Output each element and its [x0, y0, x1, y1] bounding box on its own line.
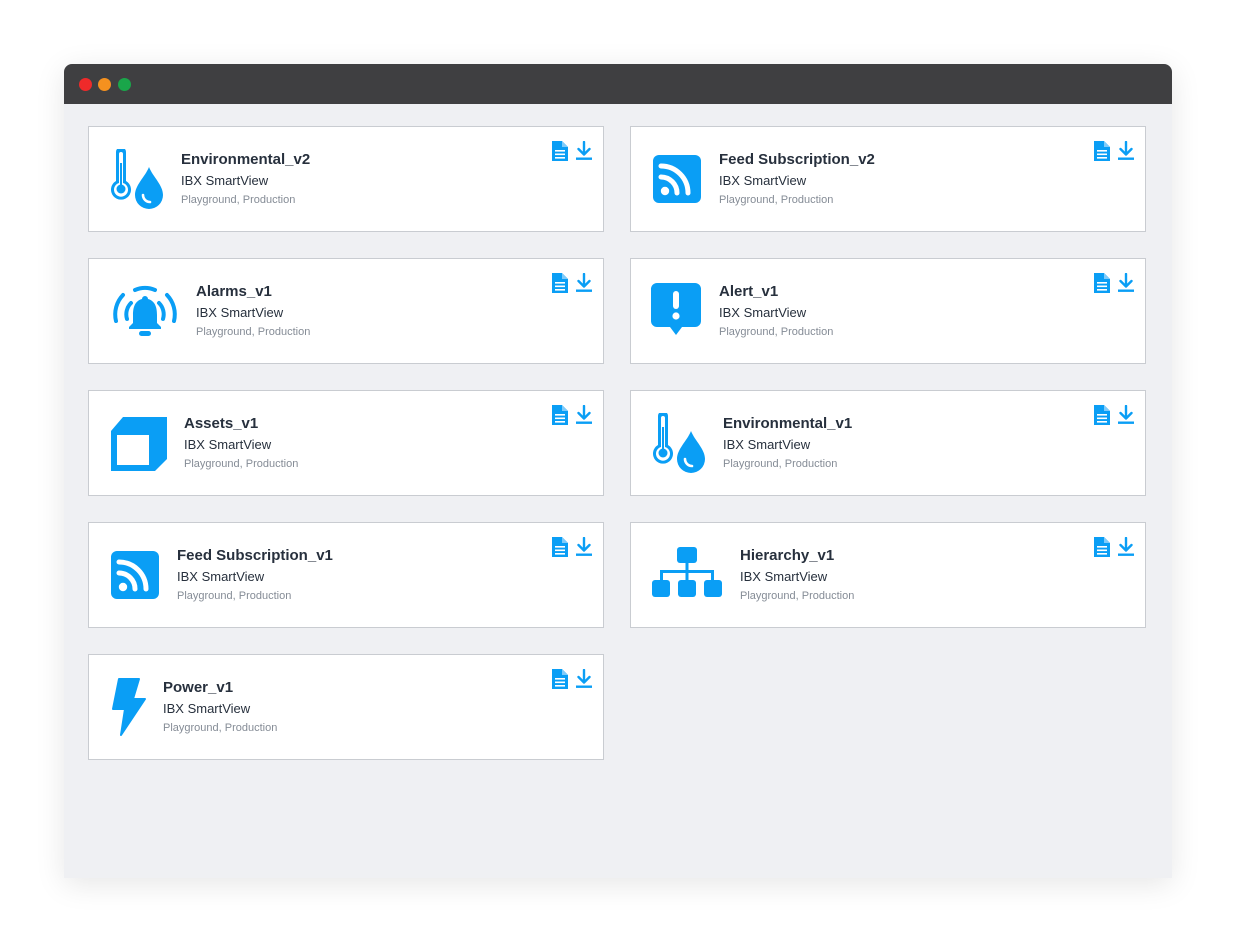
alarm-bell-icon	[109, 281, 181, 343]
maximize-window-button[interactable]	[118, 78, 131, 91]
card-organization: IBX SmartView	[723, 437, 811, 452]
card-environments: Playground, Production	[740, 590, 855, 602]
api-card[interactable]: Feed Subscription_v1 IBX SmartView Playg…	[88, 522, 604, 628]
card-title: Alert_v1	[719, 283, 779, 300]
card-environments: Playground, Production	[177, 590, 292, 602]
document-icon[interactable]	[552, 405, 568, 425]
card-environments: Playground, Production	[163, 722, 278, 734]
download-icon[interactable]	[576, 536, 592, 557]
card-organization: IBX SmartView	[163, 701, 251, 716]
download-icon[interactable]	[1118, 140, 1134, 161]
card-organization: IBX SmartView	[181, 173, 269, 188]
card-title: Environmental_v2	[181, 151, 311, 168]
card-environments: Playground, Production	[723, 458, 838, 470]
download-icon[interactable]	[1118, 404, 1134, 425]
lightning-bolt-icon	[109, 677, 149, 739]
cube-icon	[109, 413, 169, 475]
download-icon[interactable]	[576, 140, 592, 161]
document-icon[interactable]	[552, 669, 568, 689]
api-card[interactable]: Power_v1 IBX SmartView Playground, Produ…	[88, 654, 604, 760]
browser-window: Environmental_v2 IBX SmartView Playgroun…	[64, 64, 1172, 878]
api-card[interactable]: Environmental_v1 IBX SmartView Playgroun…	[630, 390, 1146, 496]
window-titlebar	[64, 64, 1172, 104]
card-organization: IBX SmartView	[177, 569, 265, 584]
card-environments: Playground, Production	[719, 194, 834, 206]
download-icon[interactable]	[576, 404, 592, 425]
api-card[interactable]: Environmental_v2 IBX SmartView Playgroun…	[88, 126, 604, 232]
document-icon[interactable]	[552, 141, 568, 161]
card-organization: IBX SmartView	[719, 173, 807, 188]
document-icon[interactable]	[1094, 141, 1110, 161]
card-title: Hierarchy_v1	[740, 547, 835, 564]
card-title: Power_v1	[163, 679, 234, 696]
api-card[interactable]: Alarms_v1 IBX SmartView Playground, Prod…	[88, 258, 604, 364]
card-environments: Playground, Production	[719, 326, 834, 338]
card-organization: IBX SmartView	[719, 305, 807, 320]
document-icon[interactable]	[552, 273, 568, 293]
document-icon[interactable]	[1094, 405, 1110, 425]
card-title: Alarms_v1	[196, 283, 272, 300]
card-title: Feed Subscription_v1	[177, 547, 333, 564]
thermometer-water-icon	[109, 149, 167, 211]
download-icon[interactable]	[1118, 272, 1134, 293]
card-title: Environmental_v1	[723, 415, 853, 432]
download-icon[interactable]	[576, 668, 592, 689]
api-card[interactable]: Feed Subscription_v2 IBX SmartView Playg…	[630, 126, 1146, 232]
download-icon[interactable]	[576, 272, 592, 293]
card-title: Feed Subscription_v2	[719, 151, 875, 168]
rss-feed-icon	[651, 149, 701, 211]
document-icon[interactable]	[1094, 537, 1110, 557]
download-icon[interactable]	[1118, 536, 1134, 557]
minimize-window-button[interactable]	[98, 78, 111, 91]
card-organization: IBX SmartView	[196, 305, 284, 320]
close-window-button[interactable]	[79, 78, 92, 91]
api-card[interactable]: Alert_v1 IBX SmartView Playground, Produ…	[630, 258, 1146, 364]
thermometer-water-icon	[651, 413, 709, 475]
document-icon[interactable]	[1094, 273, 1110, 293]
rss-feed-icon	[109, 545, 159, 607]
api-card[interactable]: Hierarchy_v1 IBX SmartView Playground, P…	[630, 522, 1146, 628]
hierarchy-icon	[651, 545, 723, 607]
card-environments: Playground, Production	[181, 194, 296, 206]
card-title: Assets_v1	[184, 415, 259, 432]
card-environments: Playground, Production	[196, 326, 311, 338]
card-organization: IBX SmartView	[740, 569, 828, 584]
alert-bubble-icon	[651, 281, 701, 343]
api-card[interactable]: Assets_v1 IBX SmartView Playground, Prod…	[88, 390, 604, 496]
card-environments: Playground, Production	[184, 458, 299, 470]
document-icon[interactable]	[552, 537, 568, 557]
card-organization: IBX SmartView	[184, 437, 272, 452]
